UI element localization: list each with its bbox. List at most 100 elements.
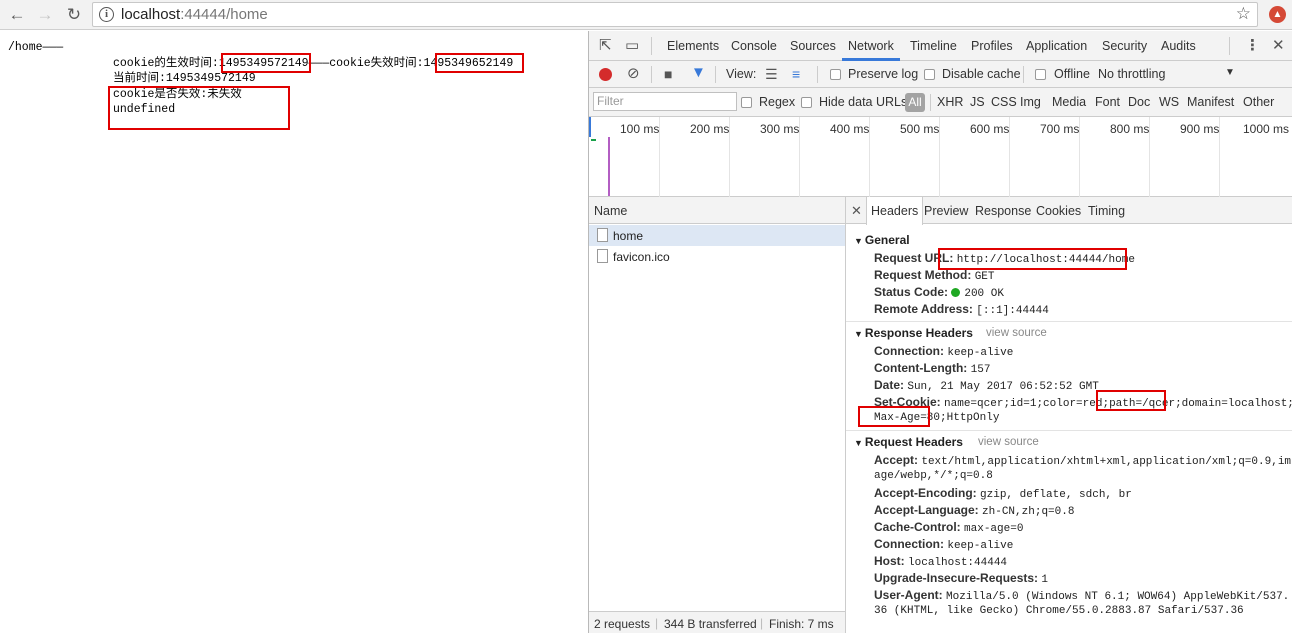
filter-manifest[interactable]: Manifest xyxy=(1187,95,1234,109)
tab-timing[interactable]: Timing xyxy=(1088,204,1125,218)
forward-arrow-icon[interactable]: → xyxy=(34,4,56,26)
request-details: ✕ Headers Preview Response Cookies Timin… xyxy=(846,197,1292,633)
header-remote-address: Remote Address: [::1]:44444 xyxy=(874,301,1049,320)
network-overview[interactable]: 100 ms 200 ms 300 ms 400 ms 500 ms 600 m… xyxy=(589,117,1292,197)
devtools-panel: ⇱ ▭ Elements Console Sources Network Tim… xyxy=(588,31,1292,633)
offline-checkbox[interactable] xyxy=(1035,69,1046,80)
filter-css[interactable]: CSS xyxy=(991,95,1017,109)
close-icon[interactable]: ✕ xyxy=(1272,38,1285,54)
filter-font[interactable]: Font xyxy=(1095,95,1120,109)
overview-tick-label: 700 ms xyxy=(1040,122,1080,136)
filter-all-button[interactable]: All xyxy=(905,93,925,112)
filter-bar: Filter Regex Hide data URLs All XHR JS C… xyxy=(589,88,1292,117)
header-value: [::1]:44444 xyxy=(976,305,1049,317)
filter-doc[interactable]: Doc xyxy=(1128,95,1150,109)
waterfall-icon[interactable]: ≡ xyxy=(792,66,800,82)
response-view-source-link[interactable]: view source xyxy=(986,327,1047,339)
hide-data-urls-checkbox[interactable] xyxy=(801,97,812,108)
highlight-box-expire xyxy=(435,53,524,73)
tab-application[interactable]: Application xyxy=(1026,39,1087,53)
tab-cookies[interactable]: Cookies xyxy=(1036,204,1081,218)
filter-separator xyxy=(930,94,931,111)
header-key: Remote Address: xyxy=(874,302,973,316)
header-key: Content-Length: xyxy=(874,361,968,375)
more-options-icon[interactable]: ⋮ xyxy=(1245,38,1260,54)
tab-elements[interactable]: Elements xyxy=(667,39,719,53)
view-label: View: xyxy=(726,67,757,81)
filter-other[interactable]: Other xyxy=(1243,95,1274,109)
address-bar[interactable]: i localhost:44444/home ☆ xyxy=(92,2,1258,27)
name-column-header[interactable]: Name xyxy=(594,204,627,218)
filter-media[interactable]: Media xyxy=(1052,95,1086,109)
filter-input[interactable]: Filter xyxy=(593,92,737,111)
filter-xhr[interactable]: XHR xyxy=(937,95,963,109)
extension-icon[interactable]: ▲ xyxy=(1269,6,1286,23)
overview-tick-label: 300 ms xyxy=(760,122,800,136)
tab-headers[interactable]: Headers xyxy=(866,197,924,225)
tab-separator xyxy=(651,37,652,55)
tab-network[interactable]: Network xyxy=(848,39,894,53)
disable-cache-checkbox[interactable] xyxy=(924,69,935,80)
throttling-select[interactable]: No throttling xyxy=(1098,67,1165,81)
header-accept-cont: age/webp,*/*;q=0.8 xyxy=(874,470,993,482)
tab-security[interactable]: Security xyxy=(1102,39,1147,53)
request-row-favicon[interactable]: favicon.ico xyxy=(589,246,845,267)
header-key: Connection: xyxy=(874,537,944,551)
request-headers-title: Request Headers xyxy=(864,435,963,449)
large-rows-icon[interactable]: ☰ xyxy=(765,66,778,82)
filter-icon[interactable]: ▼ xyxy=(691,65,706,81)
toolbar-separator xyxy=(1023,66,1024,83)
star-icon[interactable]: ☆ xyxy=(1236,4,1251,24)
request-count: 2 requests xyxy=(594,617,651,631)
filter-img[interactable]: Img xyxy=(1020,95,1041,109)
status-ok-icon xyxy=(951,288,961,297)
expand-triangle-icon: ▼ xyxy=(854,329,863,339)
tab-preview[interactable]: Preview xyxy=(924,204,968,218)
clear-icon[interactable]: ⊘ xyxy=(627,66,640,82)
filter-js[interactable]: JS xyxy=(970,95,985,109)
expand-triangle-icon: ▼ xyxy=(854,236,863,246)
finish-time: Finish: 7 ms xyxy=(769,617,834,631)
page-content: /home——— cookie的生效时间:1495349572149———coo… xyxy=(0,31,588,633)
inspect-element-icon[interactable]: ⇱ xyxy=(599,38,612,54)
header-value: localhost:44444 xyxy=(908,557,1008,569)
response-headers-section-header[interactable]: ▼ Response Headers xyxy=(854,326,973,340)
header-key: User-Agent: xyxy=(874,588,943,602)
header-key: Accept-Encoding: xyxy=(874,486,977,500)
header-value: 1 xyxy=(1041,574,1048,586)
tab-audits[interactable]: Audits xyxy=(1161,39,1196,53)
overview-tick-label: 900 ms xyxy=(1180,122,1220,136)
chevron-down-icon[interactable]: ▼ xyxy=(1225,67,1235,78)
request-headers-section-header[interactable]: ▼ Request Headers xyxy=(854,435,963,449)
filter-ws[interactable]: WS xyxy=(1159,95,1179,109)
header-key: Host: xyxy=(874,554,905,568)
header-value: max-age=0 xyxy=(964,523,1024,535)
request-row-home[interactable]: home xyxy=(589,225,845,246)
tab-response[interactable]: Response xyxy=(975,204,1031,218)
device-toolbar-icon[interactable]: ▭ xyxy=(625,38,639,54)
screenshot-camera-icon[interactable]: ■ xyxy=(664,66,672,82)
overview-tick-label: 200 ms xyxy=(690,122,730,136)
reload-icon[interactable]: ↻ xyxy=(63,4,85,26)
tab-profiles[interactable]: Profiles xyxy=(971,39,1013,53)
tab-console[interactable]: Console xyxy=(731,39,777,53)
record-icon[interactable] xyxy=(599,68,612,81)
close-details-icon[interactable]: ✕ xyxy=(851,203,862,219)
general-section-header[interactable]: ▼ General xyxy=(854,233,910,247)
overview-tick-label: 1000 ms xyxy=(1243,122,1290,136)
header-key: Date: xyxy=(874,378,905,392)
header-key: Status Code: xyxy=(874,285,949,299)
back-arrow-icon[interactable]: ← xyxy=(6,4,28,26)
address-url[interactable]: localhost:44444/home xyxy=(121,6,268,23)
preserve-log-label: Preserve log xyxy=(848,67,919,81)
toolbar-separator xyxy=(651,66,652,83)
header-user-agent-cont: 36 (KHTML, like Gecko) Chrome/55.0.2883.… xyxy=(874,605,1244,617)
browser-toolbar: ← → ↻ i localhost:44444/home ☆ ▲ xyxy=(0,0,1292,30)
transferred-size: 344 B transferred xyxy=(664,617,757,631)
tab-sources[interactable]: Sources xyxy=(790,39,836,53)
request-view-source-link[interactable]: view source xyxy=(978,436,1039,448)
info-icon[interactable]: i xyxy=(99,7,114,22)
preserve-log-checkbox[interactable] xyxy=(830,69,841,80)
regex-checkbox[interactable] xyxy=(741,97,752,108)
tab-timeline[interactable]: Timeline xyxy=(910,39,957,53)
